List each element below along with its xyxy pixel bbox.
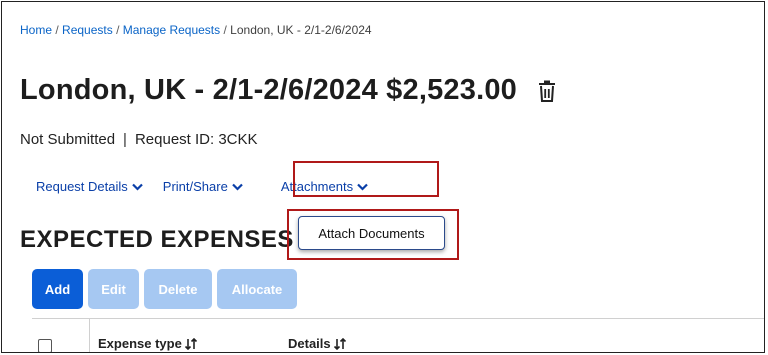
page-title: London, UK - 2/1-2/6/2024 $2,523.00 (20, 74, 517, 106)
breadcrumb-manage-requests[interactable]: Manage Requests (123, 23, 220, 37)
column-header-details[interactable]: Details (288, 336, 347, 351)
breadcrumb-requests[interactable]: Requests (62, 23, 113, 37)
select-all-checkbox[interactable] (38, 339, 52, 352)
trash-icon[interactable] (537, 80, 557, 102)
request-status-line: Not Submitted | Request ID: 3CKK (20, 131, 258, 148)
breadcrumb: Home / Requests / Manage Requests / Lond… (20, 23, 372, 37)
menu-label: Print/Share (162, 179, 228, 194)
sort-icon (184, 337, 198, 350)
column-label: Expense type (98, 336, 182, 351)
add-button[interactable]: Add (32, 269, 83, 309)
title-row: London, UK - 2/1-2/6/2024 $2,523.00 (20, 74, 557, 107)
chevron-down-icon (232, 183, 243, 191)
breadcrumb-separator: / (116, 23, 123, 37)
breadcrumb-home[interactable]: Home (20, 23, 52, 37)
expense-toolbar: Add Edit Delete Allocate (32, 269, 302, 309)
breadcrumb-current: London, UK - 2/1-2/6/2024 (230, 23, 372, 37)
request-id: Request ID: 3CKK (134, 131, 258, 148)
menu-print-share[interactable]: Print/Share (163, 179, 243, 194)
allocate-button: Allocate (217, 269, 297, 309)
sort-icon (333, 337, 347, 350)
status-divider: | (123, 131, 127, 148)
attach-documents-highlight (287, 209, 459, 260)
chevron-down-icon (132, 183, 143, 191)
column-label: Details (288, 336, 331, 351)
grid-divider (32, 318, 764, 319)
app-frame: Home / Requests / Manage Requests / Lond… (1, 1, 765, 353)
menu-label: Request Details (36, 179, 128, 194)
section-title: EXPECTED EXPENSES (20, 226, 294, 253)
attachments-highlight (293, 161, 439, 197)
edit-button: Edit (88, 269, 139, 309)
column-header-expense-type[interactable]: Expense type (98, 336, 198, 351)
delete-button: Delete (144, 269, 212, 309)
grid-column-divider (89, 318, 90, 352)
menu-request-details[interactable]: Request Details (36, 179, 143, 194)
status-text: Not Submitted (20, 131, 116, 148)
